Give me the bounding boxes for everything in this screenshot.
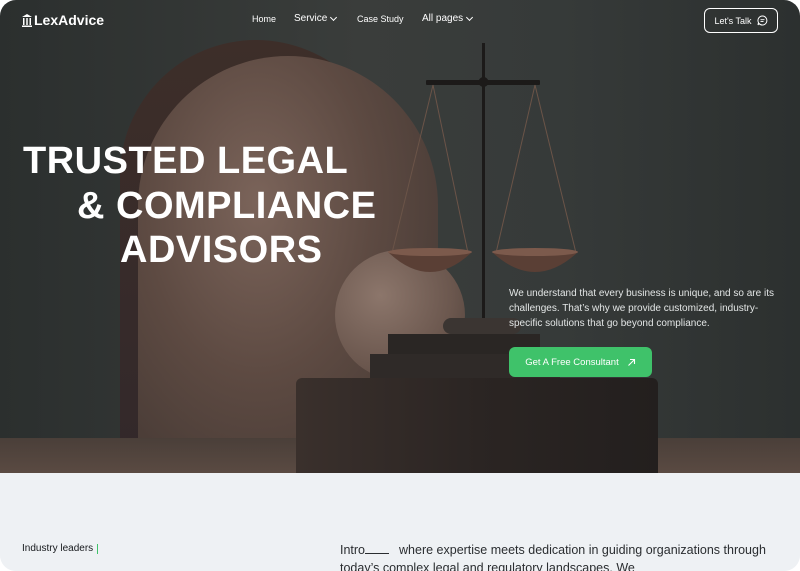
pillar-icon [22, 13, 32, 27]
industry-leaders-text: Industry leaders [22, 543, 94, 554]
nav-case-study-label: Case Study [357, 14, 404, 24]
free-consultant-label: Get A Free Consultant [525, 356, 619, 368]
nav-home-link[interactable]: Home [252, 14, 276, 24]
hero-description: We understand that every business is uni… [509, 288, 774, 329]
page-frame: LexAdvice Home Service Case Study All pa… [0, 0, 800, 571]
intro-section: Industry leaders Intro where expertise me… [0, 473, 800, 571]
hero-headline-line-3: ADVISORS [120, 229, 323, 271]
intro-paragraph: Intro where expertise meets dedication in… [340, 541, 780, 571]
intro-text: where expertise meets dedication in guid… [340, 543, 766, 571]
arrow-up-right-icon [627, 358, 635, 366]
free-consultant-button[interactable]: Get A Free Consultant [509, 347, 652, 377]
lets-talk-label: Let's Talk [714, 15, 752, 26]
chat-bubble-icon [757, 15, 767, 26]
logo-text: LexAdvice [34, 12, 105, 28]
accent-bar [97, 543, 99, 554]
hero-section: LexAdvice Home Service Case Study All pa… [0, 0, 800, 473]
top-nav: LexAdvice Home Service Case Study All pa… [0, 0, 800, 40]
nav-all-pages-link[interactable]: All pages [422, 13, 474, 24]
hero-headline-line-1: TRUSTED LEGAL [23, 140, 349, 182]
hero-headline-line-2: & COMPLIANCE [77, 185, 377, 227]
pedestal-base [296, 378, 658, 473]
nav-service-link[interactable]: Service [294, 13, 338, 24]
logo-link[interactable]: LexAdvice [22, 12, 104, 28]
chevron-down-icon [330, 13, 338, 21]
nav-case-study-link[interactable]: Case Study [357, 14, 404, 24]
chevron-down-icon [466, 13, 474, 21]
industry-leaders-label: Industry leaders [22, 543, 99, 554]
nav-home-label: Home [252, 14, 277, 24]
nav-service-label: Service [294, 13, 328, 24]
intro-blank-line [365, 553, 390, 554]
intro-lead: Intro [340, 543, 366, 557]
lets-talk-button[interactable]: Let's Talk [704, 8, 778, 33]
nav-all-pages-label: All pages [422, 13, 464, 24]
